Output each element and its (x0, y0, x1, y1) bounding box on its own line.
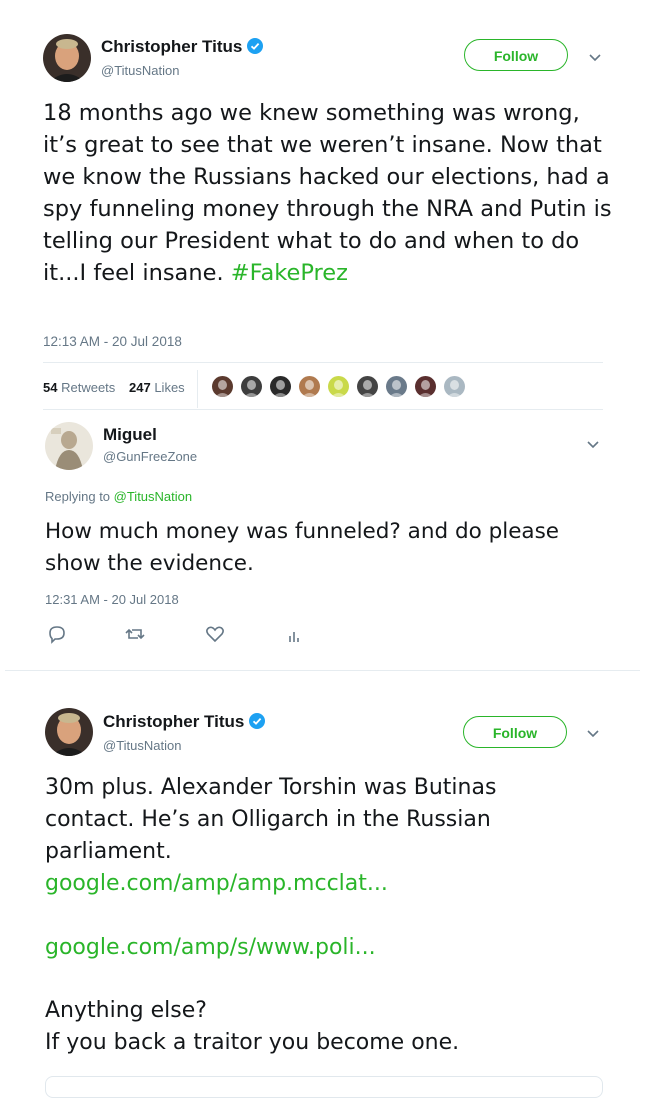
section-divider (5, 670, 640, 671)
follow-button[interactable]: Follow (463, 716, 567, 748)
author-avatar[interactable] (43, 34, 91, 82)
avatar-8[interactable] (415, 376, 436, 397)
chevron-down-icon[interactable] (584, 436, 602, 454)
link-2[interactable]: google.com/amp/s/www.poli... (45, 932, 376, 964)
tweet-timestamp[interactable]: 12:13 AM - 20 Jul 2018 (43, 334, 182, 349)
avatar-5[interactable] (328, 376, 349, 397)
author-handle[interactable]: @TitusNation (103, 738, 181, 753)
divider (43, 362, 603, 363)
avatar-9[interactable] (444, 376, 465, 397)
author-handle[interactable]: @TitusNation (101, 63, 179, 78)
avatar-2[interactable] (241, 376, 262, 397)
reply-author-name[interactable]: Miguel (103, 425, 157, 445)
stats-divider (197, 370, 198, 408)
analytics-icon[interactable] (284, 625, 306, 647)
tweet-text-line: If you back a traitor you become one. (45, 1030, 460, 1055)
tweet-text: 18 months ago we knew something was wron… (43, 100, 612, 286)
hashtag-link[interactable]: #FakePrez (231, 260, 348, 286)
verified-badge-icon (249, 713, 266, 729)
reply-text: How much money was funneled? and do plea… (45, 519, 560, 576)
tweet-text: 30m plus. Alexander Torshin was Butinas … (45, 775, 497, 864)
chevron-down-icon[interactable] (584, 725, 602, 743)
divider (43, 409, 603, 410)
likes-stat[interactable]: 247 Likes (129, 380, 185, 395)
tweet-text-line: Anything else? (45, 998, 207, 1023)
avatar-1[interactable] (212, 376, 233, 397)
author-avatar[interactable] (45, 708, 93, 756)
link-card[interactable] (45, 1076, 603, 1098)
author-name[interactable]: Christopher Titus (103, 712, 266, 732)
link-1[interactable]: google.com/amp/amp.mcclat... (45, 868, 388, 900)
retweet-icon[interactable] (124, 623, 146, 645)
avatar-6[interactable] (357, 376, 378, 397)
reply-author-handle[interactable]: @GunFreeZone (103, 449, 197, 464)
retweets-stat[interactable]: 54 Retweets (43, 380, 115, 395)
replying-to-handle-link[interactable]: @TitusNation (114, 489, 192, 504)
avatar-3[interactable] (270, 376, 291, 397)
reply-author-avatar[interactable] (45, 422, 93, 470)
follow-button[interactable]: Follow (464, 39, 568, 71)
chevron-down-icon[interactable] (586, 49, 604, 67)
avatar-7[interactable] (386, 376, 407, 397)
reply-icon[interactable] (46, 623, 68, 645)
verified-badge-icon (247, 38, 264, 54)
reply-timestamp[interactable]: 12:31 AM - 20 Jul 2018 (45, 592, 179, 607)
replying-to: Replying to @TitusNation (45, 489, 193, 504)
like-icon[interactable] (204, 623, 226, 645)
avatar-4[interactable] (299, 376, 320, 397)
author-name[interactable]: Christopher Titus (101, 37, 264, 57)
